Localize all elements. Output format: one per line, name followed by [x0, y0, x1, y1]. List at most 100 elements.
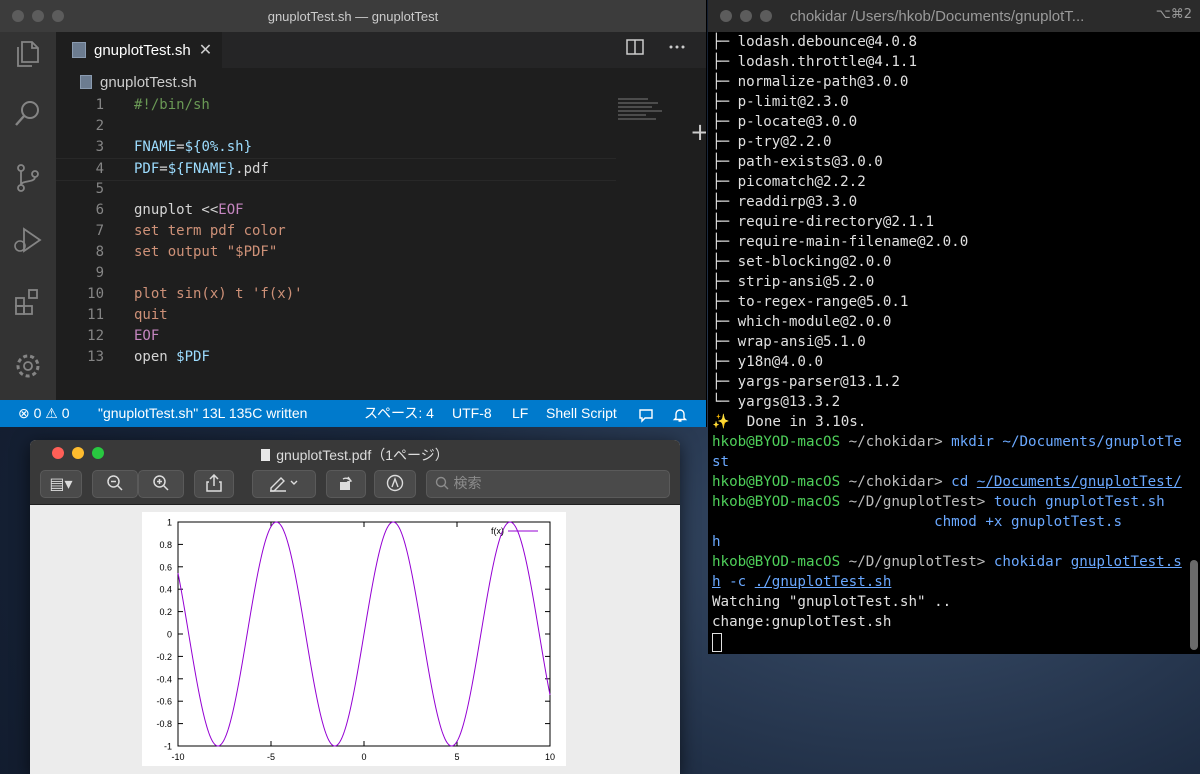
- code-line[interactable]: 6 gnuplot <<EOF: [56, 200, 616, 221]
- line-number: 7: [95, 223, 104, 239]
- search-input[interactable]: 検索: [426, 470, 670, 498]
- source-control-icon[interactable]: [12, 162, 44, 194]
- preview-titlebar[interactable]: gnuplotTest.pdf（1ページ）: [30, 440, 680, 466]
- rotate-button[interactable]: [326, 470, 366, 498]
- code-line[interactable]: 12 EOF: [56, 326, 616, 347]
- zoom-out-button[interactable]: [92, 470, 138, 498]
- markup-pen-button[interactable]: [252, 470, 316, 498]
- extensions-icon[interactable]: [12, 286, 44, 318]
- zoom-in-button[interactable]: [138, 470, 184, 498]
- terminal-text: -c: [720, 574, 755, 590]
- notifications-bell-icon[interactable]: [672, 405, 688, 427]
- code-line[interactable]: 8 set output "$PDF": [56, 242, 616, 263]
- close-window-button[interactable]: [720, 10, 732, 22]
- code-line[interactable]: 2: [56, 116, 616, 137]
- code-line[interactable]: 4 PDF=${FNAME}.pdf: [56, 158, 616, 181]
- feedback-icon[interactable]: [638, 405, 654, 427]
- terminal-line: ├─ require-directory@2.1.1: [712, 212, 1172, 232]
- data-point: [196, 680, 197, 681]
- code-text: plot sin(x) t 'f(x)': [134, 284, 303, 305]
- terminal-line: ├─ lodash.throttle@4.1.1: [712, 52, 1172, 72]
- minimize-window-button[interactable]: [740, 10, 752, 22]
- terminal-line: chmod +x gnuplotTest.s: [712, 512, 1172, 532]
- window-controls[interactable]: [40, 447, 104, 459]
- share-button[interactable]: [194, 470, 234, 498]
- indentation-status[interactable]: スペース: 4: [364, 400, 434, 427]
- encoding-status[interactable]: UTF-8: [452, 400, 492, 427]
- sin-plot: 1 0.8 0.6 0.4 0.2 0 -0.2 -0.4 -0.6 -0.8 -1-10 -5 0 5 1…: [156, 518, 555, 763]
- terminal-text: ├─ lodash.debounce@4.0.8: [712, 34, 917, 50]
- line-number: 13: [87, 349, 104, 365]
- explorer-icon[interactable]: [12, 38, 44, 70]
- code-line[interactable]: 5: [56, 179, 616, 200]
- code-token: open: [134, 349, 177, 365]
- code-token: =: [176, 139, 185, 155]
- terminal-line: hkob@BYOD-macOS ~/D/gnuplotTest> chokida…: [712, 552, 1182, 572]
- breadcrumb-file[interactable]: gnuplotTest.sh: [100, 74, 197, 91]
- code-editor[interactable]: 1 #!/bin/sh 2 3 FNAME=${0%.sh} 4 PDF=${FNAME}.…: [56, 95, 616, 385]
- code-token: EOF: [218, 202, 244, 218]
- code-token: ${0%.sh}: [184, 139, 253, 155]
- scrollbar-plus-icon[interactable]: +: [690, 118, 706, 146]
- settings-gear-icon[interactable]: [12, 350, 44, 382]
- sidebar-toggle-button[interactable]: ▤▾: [40, 470, 82, 498]
- code-line[interactable]: 7 set term pdf color: [56, 221, 616, 242]
- minimize-window-button[interactable]: [72, 447, 84, 459]
- terminal-text: ├─ path-exists@3.0.0: [712, 154, 883, 170]
- terminal-titlebar[interactable]: chokidar /Users/hkob/Documents/gnuplotT.…: [708, 0, 1200, 32]
- code-line[interactable]: 9: [56, 263, 616, 284]
- vscode-titlebar[interactable]: gnuplotTest.sh — gnuplotTest: [0, 0, 706, 32]
- data-point: [363, 633, 364, 634]
- data-point: [326, 735, 327, 736]
- split-editor-icon[interactable]: [626, 38, 644, 61]
- language-mode-status[interactable]: Shell Script: [546, 400, 617, 427]
- code-text: open $PDF: [134, 347, 210, 368]
- terminal-text: +x gnuplotTest.s: [985, 514, 1123, 530]
- terminal-line: ├─ which-module@2.0.0: [712, 312, 1172, 332]
- terminal-text: ├─ to-regex-range@5.0.1: [712, 294, 909, 310]
- close-window-button[interactable]: [52, 447, 64, 459]
- code-line[interactable]: 11 quit: [56, 305, 616, 326]
- close-window-button[interactable]: [12, 10, 24, 22]
- y-tick-label: -0.8: [156, 719, 172, 729]
- data-point: [549, 694, 550, 695]
- minimap[interactable]: [618, 98, 688, 138]
- terminal-line: ├─ y18n@4.0.0: [712, 352, 1172, 372]
- code-line[interactable]: 10 plot sin(x) t 'f(x)': [56, 284, 616, 305]
- tab-close-icon[interactable]: ✕: [199, 40, 212, 60]
- terminal-cursor-line[interactable]: [712, 632, 1172, 652]
- terminal-text: cd: [951, 474, 977, 490]
- code-text: set term pdf color: [134, 221, 286, 242]
- terminal-line: ✨ Done in 3.10s.: [712, 412, 1172, 432]
- code-line[interactable]: 3 FNAME=${0%.sh}: [56, 137, 616, 158]
- tab-gnuplottest-sh[interactable]: gnuplotTest.sh ✕: [56, 32, 222, 68]
- code-text: gnuplot <<EOF: [134, 200, 244, 221]
- problems-status[interactable]: ⊗ 0 ⚠ 0: [18, 400, 70, 427]
- y-tick-label: 0.4: [159, 585, 172, 595]
- y-tick-label: -0.4: [156, 674, 172, 684]
- terminal-scrollbar[interactable]: [1190, 560, 1198, 650]
- run-debug-icon[interactable]: [12, 224, 44, 256]
- terminal-shortcut: ⌥⌘2: [1155, 7, 1192, 22]
- terminal-line: ├─ lodash.debounce@4.0.8: [712, 32, 1172, 52]
- search-icon[interactable]: [12, 98, 44, 130]
- search-icon: [435, 476, 453, 492]
- minimize-window-button[interactable]: [32, 10, 44, 22]
- zoom-window-button[interactable]: [92, 447, 104, 459]
- annotate-button[interactable]: [374, 470, 416, 498]
- pdf-page[interactable]: 1 0.8 0.6 0.4 0.2 0 -0.2 -0.4 -0.6 -0.8 -1 -10 -5 0 5 1…: [142, 512, 566, 766]
- terminal-text: ├─ strip-ansi@5.2.0: [712, 274, 875, 290]
- eol-status[interactable]: LF: [512, 400, 528, 427]
- line-number: 10: [87, 286, 104, 302]
- code-line[interactable]: 1 #!/bin/sh: [56, 95, 616, 116]
- more-actions-icon[interactable]: [668, 38, 686, 61]
- window-controls[interactable]: [708, 10, 772, 22]
- zoom-window-button[interactable]: [52, 10, 64, 22]
- search-placeholder: 検索: [453, 476, 482, 492]
- code-line[interactable]: 13 open $PDF: [56, 347, 616, 368]
- terminal-text: h: [712, 574, 721, 590]
- zoom-window-button[interactable]: [760, 10, 772, 22]
- breadcrumb[interactable]: gnuplotTest.sh: [56, 70, 706, 94]
- terminal-output[interactable]: ├─ lodash.debounce@4.0.8 ├─ lodash.thrott…: [712, 32, 1182, 652]
- window-controls[interactable]: [0, 10, 64, 22]
